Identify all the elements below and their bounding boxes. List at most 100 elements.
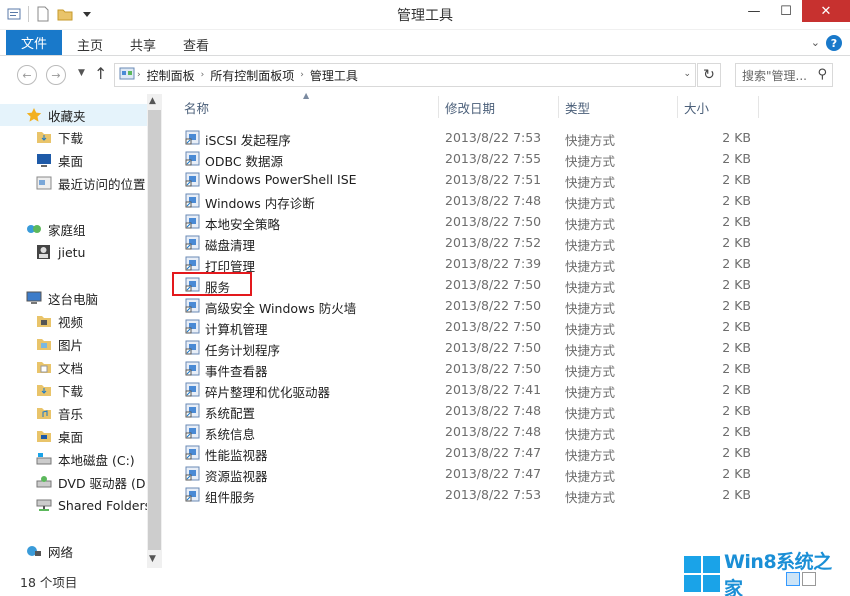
file-name: 系统信息 [205,427,256,442]
up-button[interactable]: ↑ [94,64,107,83]
expand-ribbon-chevron-icon[interactable]: ⌄ [811,36,820,49]
nav-network[interactable]: 网络 [0,540,73,562]
breadcrumb-separator[interactable]: › [201,70,205,80]
file-date: 2013/8/22 7:47 [445,445,542,460]
nav-shared-folders[interactable]: Shared Folders [0,494,151,516]
nav-desktop-pc[interactable]: 桌面 [0,425,83,447]
address-bar[interactable]: › 控制面板 › 所有控制面板项 › 管理工具 ⌄ [114,63,696,87]
nav-recent-places[interactable]: 最近访问的位置 [0,172,146,194]
column-divider[interactable] [677,96,678,118]
breadcrumb-control-panel[interactable]: 控制面板 [147,67,195,84]
file-row[interactable]: 资源监视器 2013/8/22 7:47 快捷方式 2 KB [180,463,760,484]
file-row[interactable]: 打印管理 2013/8/22 7:39 快捷方式 2 KB [180,253,760,274]
file-date: 2013/8/22 7:50 [445,214,542,229]
nav-pictures[interactable]: 图片 [0,333,83,355]
nav-dvd-drive-d[interactable]: DVD 驱动器 (D:) [0,471,155,493]
file-row[interactable]: 高级安全 Windows 防火墙 2013/8/22 7:50 快捷方式 2 KB [180,295,760,316]
file-row[interactable]: 磁盘清理 2013/8/22 7:52 快捷方式 2 KB [180,232,760,253]
shortcut-icon [185,487,200,502]
nav-downloads[interactable]: 下载 [0,126,83,148]
file-date: 2013/8/22 7:39 [445,256,542,271]
nav-homegroup[interactable]: 家庭组 [0,218,86,240]
file-row[interactable]: 计算机管理 2013/8/22 7:50 快捷方式 2 KB [180,316,760,337]
annotation-highlight-box [172,272,252,296]
column-header-type[interactable]: 类型 [565,96,590,118]
file-date: 2013/8/22 7:50 [445,298,542,313]
file-row[interactable]: 系统配置 2013/8/22 7:48 快捷方式 2 KB [180,400,760,421]
nav-music[interactable]: 音乐 [0,402,83,424]
column-divider[interactable] [438,96,439,118]
column-divider[interactable] [758,96,759,118]
shortcut-icon [185,445,200,460]
back-button[interactable]: ← [17,65,37,85]
folder-music-icon [36,406,52,420]
file-row[interactable]: 碎片整理和优化驱动器 2013/8/22 7:41 快捷方式 2 KB [180,379,760,400]
help-icon[interactable]: ? [826,35,842,51]
file-row[interactable]: 服务 2013/8/22 7:50 快捷方式 2 KB [180,274,760,295]
computer-icon [26,291,42,305]
folder-download-icon [36,383,52,397]
search-placeholder: 搜索"管理... [742,68,807,83]
tab-view[interactable]: 查看 [183,35,209,54]
file-row[interactable]: 组件服务 2013/8/22 7:53 快捷方式 2 KB [180,484,760,505]
recent-places-icon [36,176,52,190]
minimize-button[interactable]: — [738,0,770,22]
file-date: 2013/8/22 7:48 [445,424,542,439]
window-controls: — ☐ ✕ [738,0,850,22]
watermark-text: Win8系统之家 [723,551,832,596]
nav-user-jietu[interactable]: jietu [0,241,85,263]
file-size: 2 KB [722,193,751,208]
shortcut-icon [185,151,200,166]
column-header-date[interactable]: 修改日期 [445,96,495,118]
file-date: 2013/8/22 7:41 [445,382,542,397]
file-row[interactable]: 任务计划程序 2013/8/22 7:50 快捷方式 2 KB [180,337,760,358]
file-row[interactable]: 系统信息 2013/8/22 7:48 快捷方式 2 KB [180,421,760,442]
search-icon[interactable]: ⚲ [817,67,827,82]
file-size: 2 KB [722,424,751,439]
tab-file[interactable]: 文件 [6,30,62,55]
file-size: 2 KB [722,172,751,187]
file-date: 2013/8/22 7:50 [445,277,542,292]
nav-this-pc[interactable]: 这台电脑 [0,287,98,309]
file-row[interactable]: 性能监视器 2013/8/22 7:47 快捷方式 2 KB [180,442,760,463]
close-button[interactable]: ✕ [802,0,850,22]
column-header-size[interactable]: 大小 [684,96,709,118]
nav-desktop[interactable]: 桌面 [0,149,83,171]
nav-local-disk-c[interactable]: 本地磁盘 (C:) [0,448,135,470]
file-name: 资源监视器 [205,469,268,484]
tab-home[interactable]: 主页 [77,35,103,54]
breadcrumb-admin-tools[interactable]: 管理工具 [310,67,358,84]
file-type: 快捷方式 [565,364,616,379]
recent-locations-dropdown[interactable]: ▼ [78,68,85,78]
file-size: 2 KB [722,340,751,355]
nav-documents[interactable]: 文档 [0,356,83,378]
address-dropdown-icon[interactable]: ⌄ [683,69,691,79]
column-header-name[interactable]: 名称 [184,96,209,118]
column-divider[interactable] [558,96,559,118]
breadcrumb-separator[interactable]: › [137,70,141,80]
nav-favorites[interactable]: 收藏夹 [0,104,147,126]
file-row[interactable]: iSCSI 发起程序 2013/8/22 7:53 快捷方式 2 KB [180,127,760,148]
tab-share[interactable]: 共享 [130,35,156,54]
file-size: 2 KB [722,256,751,271]
nav-videos[interactable]: 视频 [0,310,83,332]
breadcrumb-all-items[interactable]: 所有控制面板项 [210,67,294,84]
shortcut-icon [185,319,200,334]
shortcut-icon [185,382,200,397]
maximize-button[interactable]: ☐ [770,0,802,22]
refresh-button[interactable]: ↻ [697,63,721,87]
nav-scrollbar[interactable]: ▲ ▼ [147,94,162,568]
file-name: 任务计划程序 [205,343,281,358]
forward-button[interactable]: → [46,65,66,85]
search-input[interactable]: 搜索"管理... ⚲ [735,63,833,87]
file-row[interactable]: 本地安全策略 2013/8/22 7:50 快捷方式 2 KB [180,211,760,232]
scroll-down-icon[interactable]: ▼ [149,554,156,564]
file-row[interactable]: Windows PowerShell ISE 2013/8/22 7:51 快捷方式… [180,169,760,190]
file-row[interactable]: Windows 内存诊断 2013/8/22 7:48 快捷方式 2 KB [180,190,760,211]
file-row[interactable]: 事件查看器 2013/8/22 7:50 快捷方式 2 KB [180,358,760,379]
scroll-thumb[interactable] [148,110,161,550]
nav-downloads-pc[interactable]: 下载 [0,379,83,401]
breadcrumb-separator[interactable]: › [300,70,304,80]
scroll-up-icon[interactable]: ▲ [149,96,156,106]
file-row[interactable]: ODBC 数据源 2013/8/22 7:55 快捷方式 2 KB [180,148,760,169]
